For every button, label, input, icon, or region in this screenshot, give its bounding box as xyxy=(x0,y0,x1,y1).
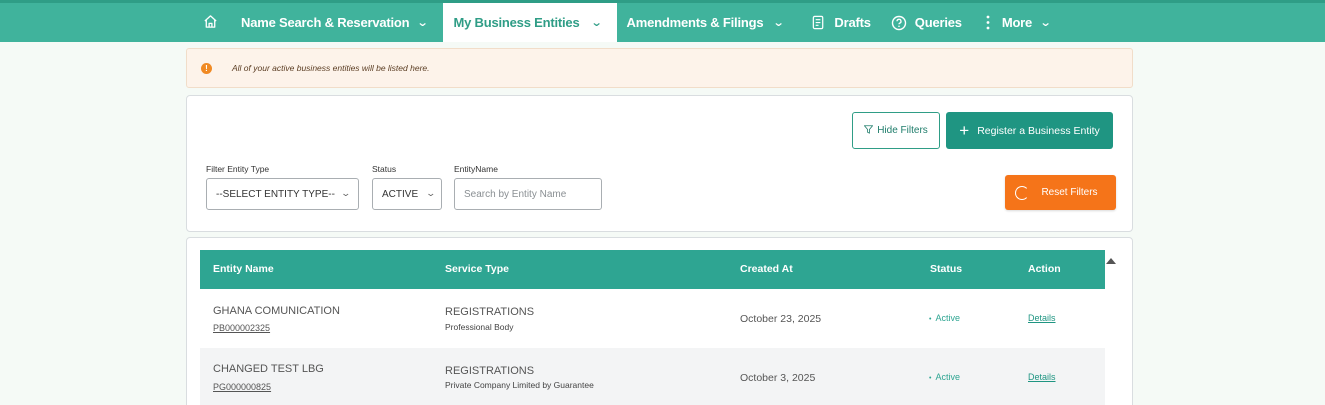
info-banner: ! All of your active business entities w… xyxy=(186,48,1133,88)
more-vertical-icon xyxy=(986,15,990,30)
nav-drafts[interactable]: Drafts xyxy=(801,3,880,42)
alert-icon: ! xyxy=(201,62,212,74)
header-action: Action xyxy=(1028,263,1061,275)
nav-name-search[interactable]: Name Search & Reservation ⌄ xyxy=(230,3,437,42)
status-dot-icon: • xyxy=(929,316,932,323)
status-text: Active xyxy=(935,313,960,323)
service-subtype-cell: Professional Body xyxy=(445,322,514,332)
table-row: CHANGED TEST LBG PG000000825 REGISTRATIO… xyxy=(200,348,1105,405)
filter-panel: Hide Filters + Register a Business Entit… xyxy=(186,95,1133,232)
entity-name-cell: CHANGED TEST LBG xyxy=(213,363,324,375)
nav-amendments-filings[interactable]: Amendments & Filings ⌄ xyxy=(617,3,794,42)
entity-type-value: --SELECT ENTITY TYPE-- xyxy=(216,188,335,200)
chevron-down-icon: ⌄ xyxy=(590,17,602,29)
status-label: Status xyxy=(372,164,397,174)
created-at-cell: October 3, 2025 xyxy=(740,372,816,384)
drafts-icon xyxy=(811,15,826,30)
entity-code-link[interactable]: PG000000825 xyxy=(213,382,271,392)
hide-filters-label: Hide Filters xyxy=(877,125,928,136)
register-business-entity-button[interactable]: + Register a Business Entity xyxy=(946,112,1113,149)
entity-name-search-field[interactable] xyxy=(454,178,602,210)
header-entity-name[interactable]: Entity Name xyxy=(213,263,274,275)
scroll-up-arrow-icon[interactable] xyxy=(1106,258,1116,264)
nav-drafts-label: Drafts xyxy=(834,15,871,30)
register-business-entity-label: Register a Business Entity xyxy=(977,124,1100,137)
chevron-down-icon: ⌄ xyxy=(340,188,352,198)
status-dot-icon: • xyxy=(929,375,932,382)
details-link[interactable]: Details xyxy=(1028,313,1056,323)
table-header: Entity Name Service Type Created At Stat… xyxy=(200,250,1105,289)
plus-icon: + xyxy=(959,121,970,140)
nav-queries[interactable]: Queries xyxy=(881,3,972,42)
table-row: GHANA COMUNICATION PB000002325 REGISTRAT… xyxy=(200,289,1105,348)
nav-my-business-entities-label: My Business Entities xyxy=(453,15,580,30)
status-select[interactable]: ACTIVE ⌄ xyxy=(372,178,442,210)
refresh-icon xyxy=(1015,185,1030,200)
filter-icon xyxy=(863,124,874,137)
nav-amendments-label: Amendments & Filings xyxy=(626,15,764,30)
chevron-down-icon: ⌄ xyxy=(417,17,429,29)
status-badge: • Active xyxy=(929,372,960,382)
entity-type-select[interactable]: --SELECT ENTITY TYPE-- ⌄ xyxy=(206,178,359,210)
reset-filters-label: Reset Filters xyxy=(1041,187,1098,198)
service-type-cell: REGISTRATIONS xyxy=(445,306,535,318)
reset-filters-button[interactable]: Reset Filters xyxy=(1005,175,1116,210)
service-subtype-cell: Private Company Limited by Guarantee xyxy=(445,380,594,390)
entities-table-card: Entity Name Service Type Created At Stat… xyxy=(186,237,1133,405)
entity-name-search-input[interactable] xyxy=(464,188,601,200)
nav-my-business-entities[interactable]: My Business Entities ⌄ xyxy=(443,3,617,42)
chevron-down-icon: ⌄ xyxy=(773,17,785,29)
info-banner-text: All of your active business entities wil… xyxy=(232,63,430,73)
status-badge: • Active xyxy=(929,313,960,323)
nav-more-label: More xyxy=(1001,15,1033,30)
chevron-down-icon: ⌄ xyxy=(1039,17,1052,29)
nav-name-search-label: Name Search & Reservation xyxy=(241,15,410,30)
header-created-at[interactable]: Created At xyxy=(740,263,793,275)
nav-queries-label: Queries xyxy=(914,15,962,30)
nav-more[interactable]: More ⌄ xyxy=(976,3,1060,42)
created-at-cell: October 23, 2025 xyxy=(740,313,822,325)
header-status[interactable]: Status xyxy=(930,263,962,275)
entity-code-link[interactable]: PB000002325 xyxy=(213,323,270,333)
nav-home[interactable] xyxy=(190,3,230,42)
nav-menu: Name Search & Reservation ⌄ My Business … xyxy=(190,3,1060,42)
status-text: Active xyxy=(935,372,960,382)
chevron-down-icon: ⌄ xyxy=(425,188,437,198)
entity-name-cell: GHANA COMUNICATION xyxy=(213,305,340,317)
entity-name-label: EntityName xyxy=(454,164,498,174)
help-circle-icon xyxy=(891,15,907,31)
status-value: ACTIVE xyxy=(382,188,419,200)
entity-type-label: Filter Entity Type xyxy=(206,164,270,174)
hide-filters-button[interactable]: Hide Filters xyxy=(852,112,940,149)
header-service-type[interactable]: Service Type xyxy=(445,263,509,275)
top-navigation: Name Search & Reservation ⌄ My Business … xyxy=(0,0,1325,42)
home-icon xyxy=(203,14,218,32)
details-link[interactable]: Details xyxy=(1028,372,1056,382)
service-type-cell: REGISTRATIONS xyxy=(445,365,535,377)
